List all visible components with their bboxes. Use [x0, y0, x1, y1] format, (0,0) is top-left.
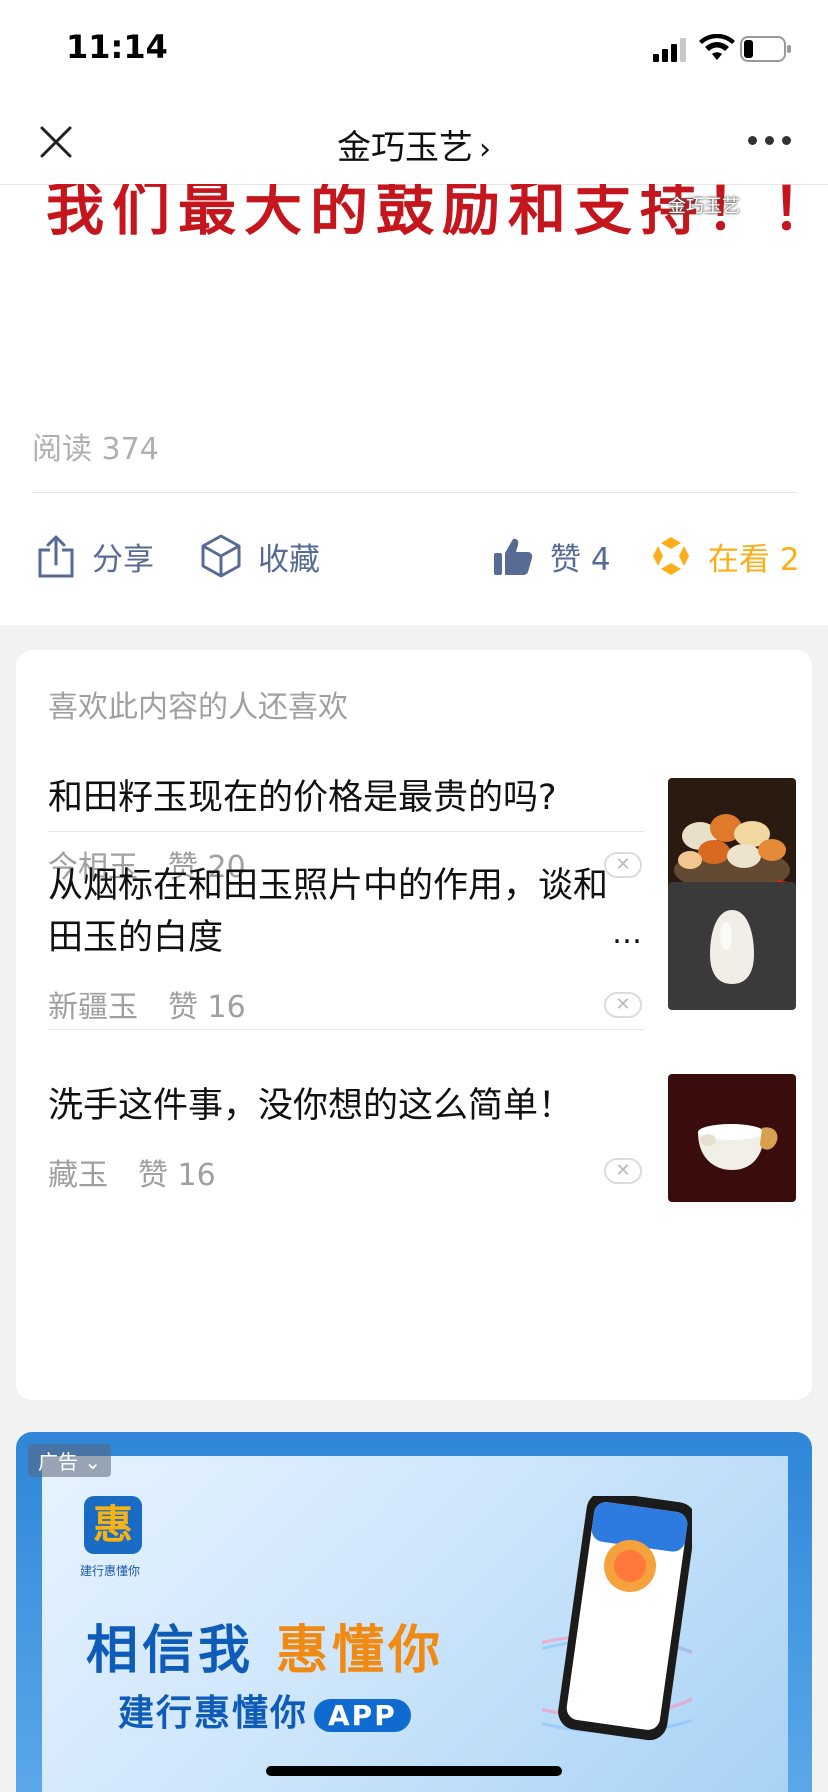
- ad-label[interactable]: 广告 ⌄: [28, 1444, 112, 1477]
- white-jade-image: [668, 882, 796, 1010]
- ad-logo: 惠: [84, 1496, 142, 1554]
- share-button[interactable]: 分享: [36, 528, 154, 584]
- dismiss-button[interactable]: ✕: [604, 1158, 642, 1184]
- ad-slogan: 相信我 惠懂你: [86, 1608, 444, 1683]
- ad-sub-text: 建行惠懂你: [118, 1693, 309, 1734]
- article-title: 洗手这件事，没你想的这么简单！: [48, 1086, 574, 1126]
- like-count: 赞 4: [550, 541, 611, 578]
- list-item[interactable]: 洗手这件事，没你想的这么简单！ 藏玉赞 16 ✕: [48, 1058, 796, 1208]
- article-title: 从烟标在和田玉照片中的作用，谈和田玉的白度: [48, 866, 608, 958]
- home-indicator: [266, 1766, 562, 1776]
- more-options-icon[interactable]: [748, 136, 796, 150]
- cellular-signal-icon: [653, 38, 686, 62]
- article-action-row: 分享 收藏 赞 4 在看 2: [0, 528, 828, 584]
- watching-count: 在看 2: [708, 541, 800, 578]
- article-source: 新疆玉: [48, 990, 138, 1025]
- status-time: 11:14: [66, 28, 168, 66]
- article-likes: 赞 16: [138, 1158, 216, 1193]
- ad-logo-text: 建行惠懂你: [80, 1564, 141, 1578]
- nav-title: 金巧玉艺: [337, 128, 473, 168]
- title-ellipsis: …: [612, 916, 642, 951]
- status-bar: 11:14: [0, 0, 828, 100]
- ad-slogan-a: 相信我: [86, 1621, 255, 1681]
- article-image-banner: 我们最大的鼓励和支持！！ 金巧玉艺: [0, 184, 828, 244]
- article-thumbnail[interactable]: [668, 882, 796, 1010]
- watching-icon: [653, 537, 689, 575]
- advertisement-card[interactable]: 广告 ⌄ 惠 建行惠懂你 相信我 惠懂你 建行惠懂你 APP: [16, 1432, 812, 1792]
- cube-icon: [201, 534, 241, 578]
- watching-button[interactable]: 在看 2: [650, 528, 800, 584]
- chevron-down-icon: ⌄: [84, 1450, 102, 1474]
- ad-banner: 惠 建行惠懂你 相信我 惠懂你 建行惠懂你 APP: [42, 1456, 788, 1792]
- share-label: 分享: [92, 541, 154, 578]
- ad-app-badge: APP: [314, 1699, 411, 1732]
- share-icon: [38, 535, 74, 578]
- favorite-button[interactable]: 收藏: [200, 528, 320, 584]
- article-source: 藏玉: [48, 1158, 108, 1193]
- phone-mockup-image: [542, 1496, 692, 1741]
- article-thumbnail[interactable]: [668, 1074, 796, 1202]
- article-likes: 赞 16: [168, 990, 246, 1025]
- ad-slogan-b: 惠懂你: [276, 1621, 445, 1681]
- list-item[interactable]: 从烟标在和田玉照片中的作用，谈和田玉的白度 … 新疆玉赞 16 ✕: [48, 860, 796, 1025]
- item-separator: [48, 831, 644, 832]
- item-separator: [48, 1029, 644, 1030]
- favorite-label: 收藏: [258, 541, 320, 578]
- battery-icon: [740, 36, 791, 62]
- jade-cup-image: [668, 1074, 796, 1202]
- article-meta: 藏玉赞 16: [48, 1150, 216, 1194]
- recommendation-header: 喜欢此内容的人还喜欢: [48, 690, 348, 725]
- ad-subtitle: 建行惠懂你 APP: [118, 1684, 411, 1736]
- image-watermark: 金巧玉艺: [668, 196, 740, 217]
- article-meta: 新疆玉赞 16: [48, 982, 246, 1026]
- dismiss-button[interactable]: ✕: [604, 992, 642, 1018]
- ad-label-text: 广告: [38, 1450, 78, 1474]
- like-button[interactable]: 赞 4: [492, 528, 611, 584]
- read-count: 阅读 374: [32, 432, 159, 467]
- wifi-icon: [699, 34, 735, 60]
- divider: [32, 492, 796, 493]
- chevron-right-icon: ›: [479, 132, 491, 167]
- article-title: 和田籽玉现在的价格是最贵的吗?: [48, 778, 557, 818]
- nav-bar: 金巧玉艺 ›: [0, 100, 828, 185]
- account-title-link[interactable]: 金巧玉艺 ›: [0, 120, 828, 169]
- recommendation-card: 喜欢此内容的人还喜欢 和田籽玉现在的价格是最贵的吗? 今相玉赞 20 ✕ 从烟标…: [16, 650, 812, 1400]
- thumbs-up-icon: [494, 538, 533, 575]
